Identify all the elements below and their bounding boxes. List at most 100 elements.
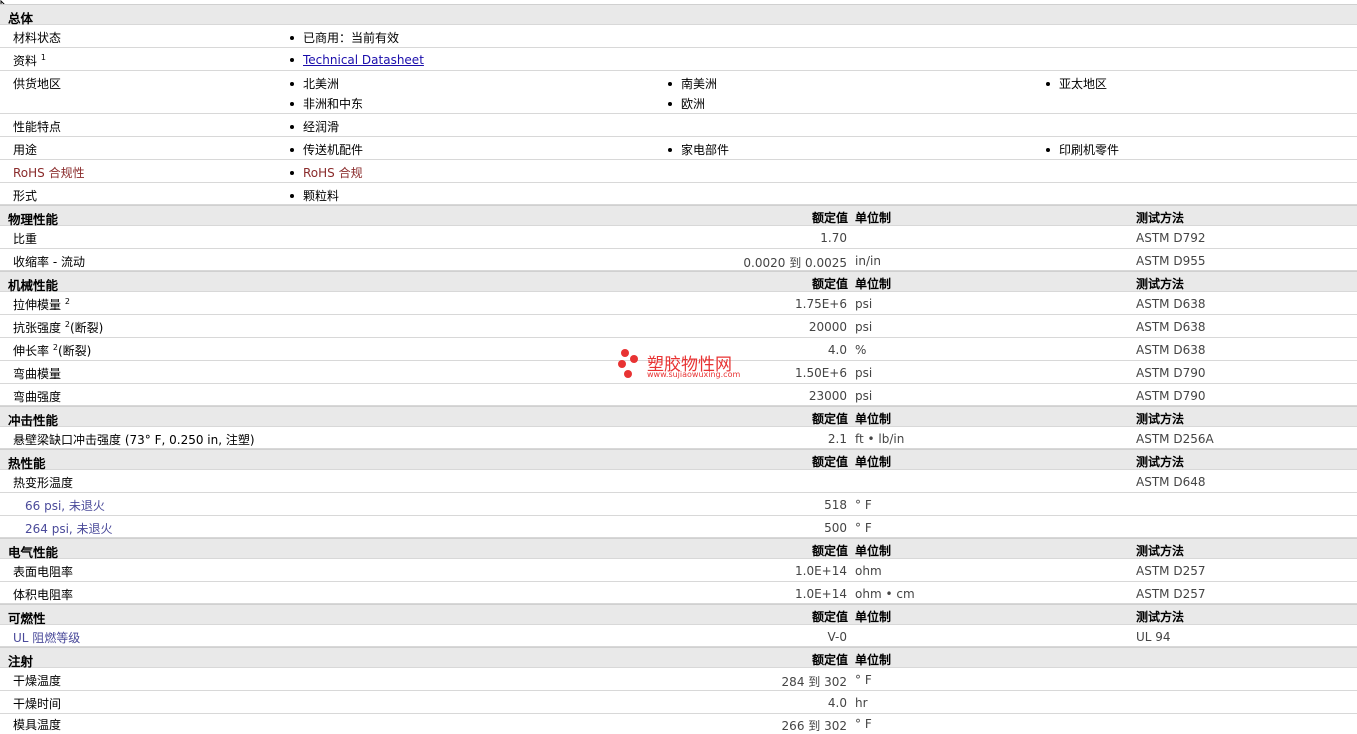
header-value: 额定值 <box>811 544 848 558</box>
region-item: 北美洲 <box>290 75 339 92</box>
property-unit: ohm • cm <box>855 587 915 601</box>
use-item: 传送机配件 <box>290 141 363 158</box>
section-injection: 注射 额定值 单位制 <box>0 647 1357 669</box>
property-unit: psi <box>855 320 873 334</box>
property-label: 比重 <box>13 232 38 246</box>
property-sublabel: 264 psi, 未退火 <box>25 522 113 536</box>
header-value: 额定值 <box>811 455 848 469</box>
property-label: 模具温度 <box>13 718 62 732</box>
property-value: 1.0E+14 <box>795 564 847 578</box>
table-row: 抗张强度 2(断裂) 20000 psi ASTM D638 <box>0 315 1357 338</box>
header-value: 额定值 <box>811 277 848 291</box>
property-value: 0.0020 到 0.0025 <box>743 256 847 270</box>
table-row: 表面电阻率 1.0E+14 ohm ASTM D257 <box>0 559 1357 582</box>
property-value: 1.75E+6 <box>795 297 847 311</box>
test-method: ASTM D257 <box>1136 587 1206 601</box>
header-unit: 单位制 <box>855 277 892 291</box>
property-value: 500 <box>824 521 847 535</box>
property-label: 收缩率 - 流动 <box>13 255 85 269</box>
header-unit: 单位制 <box>855 455 892 469</box>
property-label: 表面电阻率 <box>13 565 74 579</box>
table-row: 热变形温度 ASTM D648 <box>0 470 1357 493</box>
header-unit: 单位制 <box>855 610 892 624</box>
property-row-features: 性能特点 经润滑 <box>0 114 1357 137</box>
property-label: 悬壁梁缺口冲击强度 (73° F, 0.250 in, 注塑) <box>13 433 255 447</box>
property-label: 干燥时间 <box>13 697 62 711</box>
property-label: 干燥温度 <box>13 674 62 688</box>
feature-item: 经润滑 <box>290 118 339 135</box>
bullet-icon <box>1046 147 1050 152</box>
header-unit: 单位制 <box>855 653 892 667</box>
table-row: 悬壁梁缺口冲击强度 (73° F, 0.250 in, 注塑) 2.1 ft •… <box>0 427 1357 449</box>
section-thermal: 热性能 额定值 单位制 测试方法 <box>0 449 1357 471</box>
region-item: 欧洲 <box>668 95 705 112</box>
property-unit: ° F <box>855 521 872 535</box>
property-value: 284 到 302 <box>781 675 847 689</box>
property-label: 用途 <box>13 143 38 157</box>
property-row-regions: 供货地区 北美洲 南美洲 亚太地区 非洲和中东 欧洲 <box>0 71 1357 114</box>
bullet-icon <box>290 57 294 62</box>
test-method: ASTM D257 <box>1136 564 1206 578</box>
property-unit: ° F <box>855 498 872 512</box>
property-unit: ° F <box>855 717 872 731</box>
header-method: 测试方法 <box>1136 412 1185 426</box>
section-flammability: 可燃性 额定值 单位制 测试方法 <box>0 604 1357 626</box>
header-method: 测试方法 <box>1136 277 1185 291</box>
property-label: UL 阻燃等级 <box>13 631 81 645</box>
header-method: 测试方法 <box>1136 211 1185 225</box>
test-method: ASTM D790 <box>1136 366 1206 380</box>
region-item: 南美洲 <box>668 75 717 92</box>
test-method: ASTM D790 <box>1136 389 1206 403</box>
watermark: 塑胶物性网 www.sujiaowuxing.com <box>617 348 740 385</box>
watermark-logo-icon <box>618 349 638 378</box>
table-row: 比重 1.70 ASTM D792 <box>0 226 1357 249</box>
bullet-icon <box>668 101 672 106</box>
technical-datasheet-link[interactable]: Technical Datasheet <box>303 53 424 67</box>
rohs-item: RoHS 合规 <box>290 164 363 181</box>
property-value: 1.50E+6 <box>795 366 847 380</box>
watermark-url: www.sujiaowuxing.com <box>647 370 741 379</box>
table-row: 拉伸模量 2 1.75E+6 psi ASTM D638 <box>0 292 1357 315</box>
test-method: UL 94 <box>1136 630 1171 644</box>
property-value: V-0 <box>827 630 847 644</box>
region-item: 非洲和中东 <box>290 95 363 112</box>
property-value: 1.0E+14 <box>795 587 847 601</box>
header-value: 额定值 <box>811 653 848 667</box>
property-row-form: 形式 颗粒料 <box>0 183 1357 205</box>
property-label: 供货地区 <box>13 77 62 91</box>
property-label: RoHS 合规性 <box>13 166 85 180</box>
bullet-icon <box>290 101 294 106</box>
table-row: 体积电阻率 1.0E+14 ohm • cm ASTM D257 <box>0 582 1357 604</box>
header-value: 额定值 <box>811 412 848 426</box>
property-row-rohs: RoHS 合规性 RoHS 合规 <box>0 160 1357 183</box>
property-unit: hr <box>855 696 868 710</box>
property-label: 拉伸模量 2 <box>13 297 70 312</box>
property-label: 伸长率 2(断裂) <box>13 343 92 358</box>
table-row: 模具温度 266 到 302 ° F <box>0 714 1357 733</box>
property-unit: psi <box>855 366 873 380</box>
property-label: 性能特点 <box>13 120 62 134</box>
property-unit: psi <box>855 297 873 311</box>
section-general: 总体 <box>0 4 1357 26</box>
section-electrical: 电气性能 额定值 单位制 测试方法 <box>0 538 1357 560</box>
table-row: 弯曲强度 23000 psi ASTM D790 <box>0 384 1357 406</box>
table-row: 干燥温度 284 到 302 ° F <box>0 668 1357 691</box>
section-impact: 冲击性能 额定值 单位制 测试方法 <box>0 406 1357 428</box>
table-row: 66 psi, 未退火 518 ° F <box>0 493 1357 516</box>
property-unit: ° F <box>855 673 872 687</box>
property-unit: ft • lb/in <box>855 432 905 446</box>
bullet-icon <box>290 170 294 175</box>
bullet-icon <box>668 147 672 152</box>
property-label: 体积电阻率 <box>13 588 74 602</box>
property-unit: ohm <box>855 564 882 578</box>
table-row: UL 阻燃等级 V-0 UL 94 <box>0 625 1357 647</box>
header-method: 测试方法 <box>1136 455 1185 469</box>
property-label: 形式 <box>13 189 38 203</box>
property-value: 518 <box>824 498 847 512</box>
region-item: 亚太地区 <box>1046 75 1107 92</box>
property-sublabel: 66 psi, 未退火 <box>25 499 105 513</box>
property-row-status: 材料状态 已商用：当前有效 <box>0 25 1357 48</box>
use-item: 印刷机零件 <box>1046 141 1119 158</box>
header-unit: 单位制 <box>855 544 892 558</box>
header-unit: 单位制 <box>855 211 892 225</box>
